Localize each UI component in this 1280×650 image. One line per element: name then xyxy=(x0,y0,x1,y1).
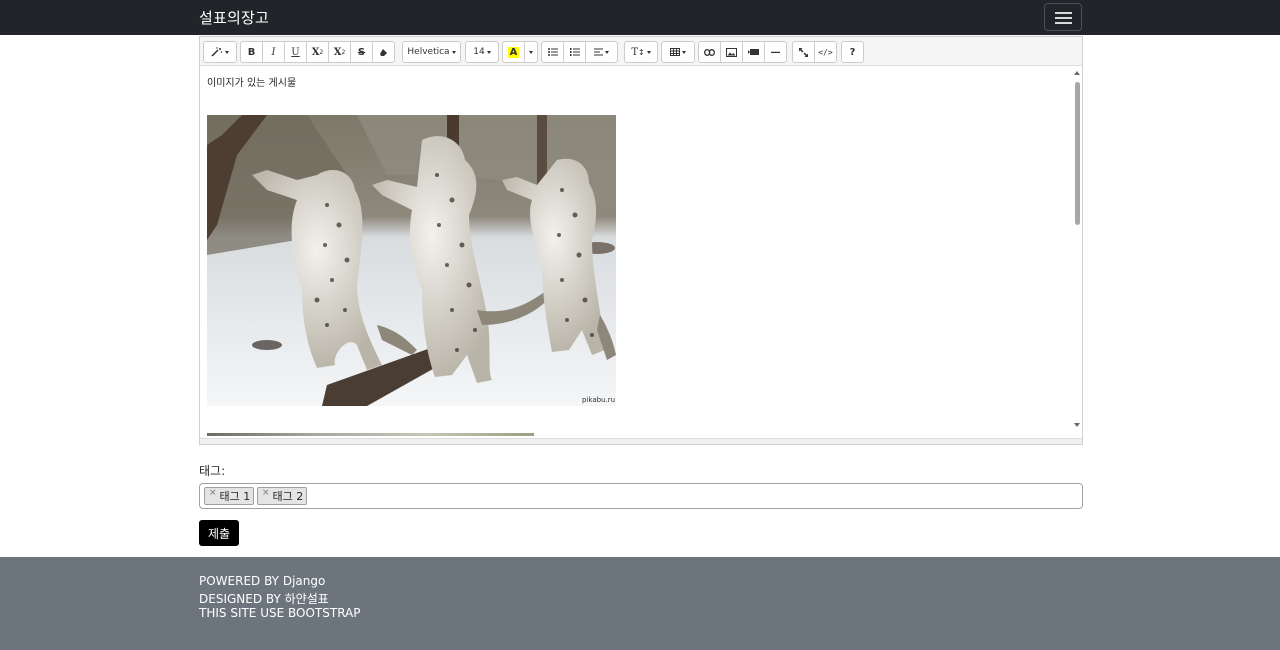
second-image-preview[interactable] xyxy=(207,433,534,436)
link-button[interactable] xyxy=(698,41,721,63)
font-name-group: Helvetica xyxy=(402,41,461,63)
snow-leopards-image[interactable]: pikabu.ru xyxy=(207,115,616,406)
hamburger-menu-icon xyxy=(1055,12,1072,14)
hamburger-menu-icon xyxy=(1055,17,1072,19)
editor-toolbar: B I U X2 X2 S Helvetica 14 A T ↕ — </> ? xyxy=(200,37,1082,66)
navbar: 설표의장고 xyxy=(0,0,1280,35)
editor-resize-bar[interactable] xyxy=(200,438,1082,444)
table-dropdown[interactable] xyxy=(661,41,695,63)
superscript-button[interactable]: X2 xyxy=(306,41,329,63)
site-brand[interactable]: 설표의장고 xyxy=(199,7,269,28)
style-group xyxy=(203,41,237,63)
unordered-list-icon xyxy=(547,48,558,56)
help-button[interactable]: ? xyxy=(841,41,864,63)
picture-button[interactable] xyxy=(720,41,743,63)
tags-input[interactable]: × 태그 1 × 태그 2 xyxy=(199,483,1083,509)
tag-chip-label: 태그 1 xyxy=(219,490,251,503)
rich-text-editor: B I U X2 X2 S Helvetica 14 A T ↕ — </> ?… xyxy=(199,36,1083,445)
ordered-list-button[interactable] xyxy=(563,41,586,63)
text-color-button[interactable]: A xyxy=(502,41,525,63)
footer-bootstrap-note: THIS SITE USE BOOTSTRAP xyxy=(199,606,361,620)
hamburger-menu-icon xyxy=(1055,22,1072,24)
footer-powered-by: POWERED BY Django xyxy=(199,574,326,588)
scroll-up-arrow-icon[interactable] xyxy=(1074,71,1080,75)
height-group: T ↕ xyxy=(624,41,658,63)
align-left-icon xyxy=(594,48,603,56)
magic-wand-icon xyxy=(211,47,223,57)
strikethrough-button[interactable]: S xyxy=(350,41,373,63)
scrollbar-thumb[interactable] xyxy=(1075,82,1080,225)
image-watermark: pikabu.ru xyxy=(582,396,615,404)
font-size-dropdown[interactable]: 14 xyxy=(465,41,499,63)
color-dropdown-button[interactable] xyxy=(524,41,538,63)
navbar-toggler-button[interactable] xyxy=(1044,3,1082,31)
font-name-dropdown[interactable]: Helvetica xyxy=(402,41,461,63)
tag-chip: × 태그 1 xyxy=(204,487,255,505)
line-height-dropdown[interactable]: T ↕ xyxy=(624,41,658,63)
tags-label: 태그: xyxy=(199,464,226,478)
tag-chip: × 태그 2 xyxy=(257,487,308,505)
tag-remove-icon[interactable]: × xyxy=(209,488,217,498)
horizontal-rule-button[interactable]: — xyxy=(764,41,787,63)
eraser-button[interactable] xyxy=(372,41,395,63)
font-style-group: B I U X2 X2 S xyxy=(240,41,395,63)
submit-button[interactable]: 제출 xyxy=(199,520,239,546)
tag-remove-icon[interactable]: × xyxy=(262,488,270,498)
underline-button[interactable]: U xyxy=(284,41,307,63)
align-dropdown[interactable] xyxy=(585,41,618,63)
video-button[interactable] xyxy=(742,41,765,63)
scroll-down-arrow-icon[interactable] xyxy=(1074,423,1080,427)
help-group: ? xyxy=(841,41,864,63)
subscript-button[interactable]: X2 xyxy=(328,41,351,63)
style-button[interactable] xyxy=(203,41,237,63)
picture-icon xyxy=(726,47,737,57)
fullscreen-button[interactable] xyxy=(792,41,815,63)
footer-designed-by: DESIGNED BY 하얀설표 xyxy=(199,592,329,606)
post-body-text: 이미지가 있는 게시물 xyxy=(207,78,297,89)
table-group xyxy=(661,41,695,63)
view-group: </> xyxy=(792,41,837,63)
fullscreen-icon xyxy=(799,47,808,57)
codeview-button[interactable]: </> xyxy=(814,41,837,63)
color-group: A xyxy=(502,41,538,63)
editor-content[interactable]: 이미지가 있는 게시물 pikabu.ru xyxy=(200,66,1073,438)
eraser-icon xyxy=(379,48,387,56)
font-size-group: 14 xyxy=(465,41,499,63)
ordered-list-icon xyxy=(569,48,580,56)
tag-chip-label: 태그 2 xyxy=(272,490,304,503)
unordered-list-button[interactable] xyxy=(541,41,564,63)
footer: POWERED BY Django DESIGNED BY 하얀설표 THIS … xyxy=(0,557,1280,650)
video-icon xyxy=(748,49,759,55)
paragraph-group xyxy=(541,41,618,63)
italic-button[interactable]: I xyxy=(262,41,285,63)
link-icon xyxy=(704,48,715,56)
table-icon xyxy=(670,48,680,56)
editor-scrollbar[interactable] xyxy=(1073,66,1082,438)
insert-group: — xyxy=(698,41,787,63)
bold-button[interactable]: B xyxy=(240,41,263,63)
